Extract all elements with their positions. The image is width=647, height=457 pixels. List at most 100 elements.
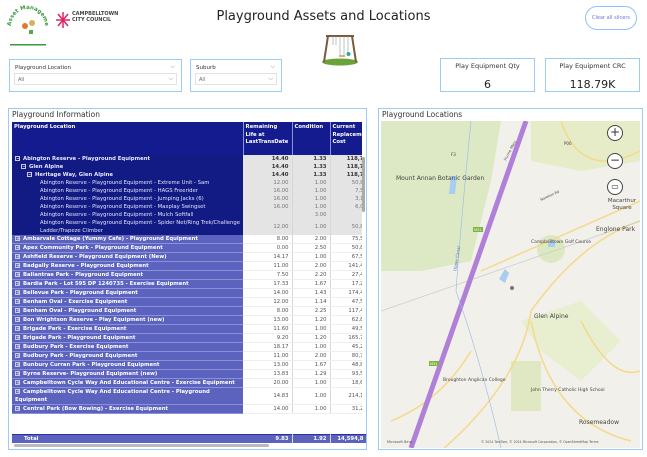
table-row[interactable]: + Apex Community Park - Playground Equipm… (12, 243, 362, 253)
table-row[interactable]: + Ambarvale Cottage (Yummy Cafe) - Playgr… (12, 235, 362, 244)
expand-icon[interactable]: + (15, 236, 20, 242)
expand-icon[interactable]: + (15, 371, 20, 377)
condition-cell: 1.14 (292, 297, 331, 307)
location-name: Abington Reserve - Playground Equipment … (40, 220, 241, 234)
expand-icon[interactable]: + (15, 317, 20, 323)
table-row[interactable]: Abington Reserve - Playground Equipment … (12, 211, 362, 219)
table-row[interactable]: + Byrne Reserve- Playground Equipment (ne… (12, 369, 362, 379)
map-attribution[interactable]: © 2024 TomTom, © 2024 Microsoft Corporat… (481, 440, 599, 444)
column-header-location[interactable]: Playground Location (12, 122, 244, 155)
table-row[interactable]: Abington Reserve - Playground Equipment … (12, 195, 362, 203)
crc-cell: 118,7 (330, 171, 362, 179)
chevron-down-icon[interactable]: ⌵ (170, 63, 175, 71)
expand-icon[interactable]: + (15, 335, 20, 341)
expand-icon[interactable]: + (15, 353, 20, 359)
expand-icon[interactable]: + (15, 254, 20, 260)
expand-icon[interactable]: + (15, 263, 20, 269)
chevron-down-icon: ⌵ (168, 75, 173, 82)
table-row[interactable]: − Heritage Way, Glen Alpine 14.40 1.33 11… (12, 171, 362, 179)
location-cell: + Benham Oval - Playground Equipment (12, 306, 243, 316)
zoom-in-button[interactable]: + (607, 125, 623, 141)
table-row[interactable]: + Bunbury Curran Park - Playground Equipm… (12, 360, 362, 370)
zoom-out-button[interactable]: − (607, 153, 623, 169)
table-row[interactable]: + Ballantrae Park - Playground Equipment … (12, 270, 362, 280)
condition-cell: 2.25 (292, 306, 331, 316)
table-row[interactable]: + Benham Oval - Exercise Equipment 12.00 … (12, 297, 362, 307)
table-row[interactable]: + Budbury Park - Playground Equipment 11.… (12, 351, 362, 361)
table-row[interactable]: + Bon Wrightson Reserve - Play Equipment … (12, 315, 362, 325)
expand-icon[interactable]: + (15, 245, 20, 251)
collapse-icon[interactable]: − (15, 156, 20, 162)
table-row[interactable]: + Ashfield Reserve - Playground Equipment… (12, 252, 362, 262)
map-label-englone-park: Englone Park (596, 226, 636, 233)
remaining-life-cell: 11.60 (243, 324, 293, 334)
crc-cell: 67,5 (330, 252, 362, 262)
table-row[interactable]: − Glen Alpine 14.40 1.33 118,7 (12, 163, 362, 171)
map-label-macarthur-square: Macarthur Square (607, 198, 637, 211)
table-row[interactable]: Abington Reserve - Playground Equipment … (12, 219, 362, 235)
location-cell: + Campbelltown Cycle Way And Educational … (12, 387, 243, 405)
location-cell: + Ballantrae Park - Playground Equipment (12, 270, 243, 280)
condition-cell: 1.00 (292, 342, 331, 352)
expand-icon[interactable]: + (15, 308, 20, 314)
select-area-button[interactable]: ▭ (607, 179, 623, 195)
location-cell: − Glen Alpine (12, 163, 243, 171)
crc-cell: 27,4 (330, 270, 362, 280)
table-row[interactable]: + Campbelltown Cycle Way And Educational … (12, 378, 362, 388)
expand-icon[interactable]: + (15, 406, 20, 412)
expand-icon[interactable]: + (15, 344, 20, 350)
playground-location-marker[interactable] (510, 286, 514, 290)
location-cell: + Byrne Reserve- Playground Equipment (ne… (12, 369, 243, 379)
collapse-icon[interactable]: − (21, 164, 26, 170)
expand-icon[interactable]: + (15, 281, 20, 287)
expand-icon[interactable]: + (15, 299, 20, 305)
expand-icon[interactable]: + (15, 290, 20, 296)
table-row[interactable]: + Campbelltown Cycle Way And Educational … (12, 387, 362, 405)
playground-location-dropdown[interactable]: All ⌵ (14, 73, 177, 85)
location-name: Benham Oval - Playground Equipment (23, 308, 137, 314)
playground-location-slicer[interactable]: Playground Location ⌵ All ⌵ (9, 59, 182, 92)
vertical-scrollbar[interactable] (362, 157, 365, 212)
table-row[interactable]: Abington Reserve - Playground Equipment … (12, 187, 362, 195)
crc-cell: 75,5 (330, 235, 362, 244)
table-row[interactable]: + Bardia Park - Lot 595 DP 1240735 - Exer… (12, 279, 362, 289)
map-label-f3: F3 (451, 152, 456, 157)
expand-icon[interactable]: + (15, 326, 20, 332)
collapse-icon[interactable]: − (27, 172, 32, 178)
expand-icon[interactable]: + (15, 380, 20, 386)
horizontal-scrollbar[interactable] (14, 444, 269, 447)
expand-icon[interactable]: + (15, 272, 20, 278)
table-row[interactable]: + Brigade Park - Exercise Equipment 11.60… (12, 324, 362, 334)
location-name: Bon Wrightson Reserve - Play Equipment (… (23, 317, 165, 323)
location-name: Abington Reserve - Playground Equipment … (40, 180, 210, 186)
column-header-remaining-life[interactable]: Remaining Life at LastTransDate (243, 122, 293, 155)
table-row[interactable]: + Budbury Park - Exercise Equipment 18.17… (12, 342, 362, 352)
chevron-down-icon[interactable]: ⌵ (270, 63, 275, 71)
table-row[interactable]: Abington Reserve - Playground Equipment … (12, 203, 362, 211)
table-row[interactable]: + Benham Oval - Playground Equipment 8.00… (12, 306, 362, 316)
table-row[interactable]: + Central Park (Bow Bowing) - Exercise Eq… (12, 404, 362, 414)
table-row[interactable]: − Abington Reserve - Playground Equipment… (12, 155, 362, 163)
remaining-life-cell: 16.00 (243, 195, 293, 203)
clear-all-slicers-button[interactable]: Clear all slicers (585, 6, 637, 30)
suburb-dropdown[interactable]: All ⌵ (195, 73, 277, 85)
remaining-life-cell: 14.00 (243, 288, 293, 298)
table-row[interactable]: + Badgally Reserve - Playground Equipment… (12, 261, 362, 271)
expand-icon[interactable]: + (15, 389, 20, 395)
map-canvas[interactable]: M31 M31 Mount Annan Botanic Garden Campb… (381, 121, 640, 448)
expand-icon[interactable]: + (15, 362, 20, 368)
suburb-slicer[interactable]: Suburb ⌵ All ⌵ (190, 59, 282, 92)
crc-cell: 31,2 (330, 404, 362, 414)
condition-cell: 1.43 (292, 288, 331, 298)
swing-illustration (320, 33, 360, 67)
location-name: Bardia Park - Lot 595 DP 1240735 - Exerc… (23, 281, 189, 287)
remaining-life-cell: 8.00 (243, 306, 293, 316)
column-header-crc[interactable]: Current Replacement Cost (330, 122, 362, 155)
remaining-life-cell: 12.00 (243, 219, 293, 235)
table-row[interactable]: Abington Reserve - Playground Equipment … (12, 179, 362, 187)
table-row[interactable]: + Bellevue Park - Playground Equipment 14… (12, 288, 362, 298)
location-cell: + Bon Wrightson Reserve - Play Equipment … (12, 315, 243, 325)
table-row[interactable]: + Brigade Park - Playground Equipment 9.2… (12, 333, 362, 343)
column-header-condition[interactable]: Condition (292, 122, 331, 155)
remaining-life-cell: 11.00 (243, 351, 293, 361)
